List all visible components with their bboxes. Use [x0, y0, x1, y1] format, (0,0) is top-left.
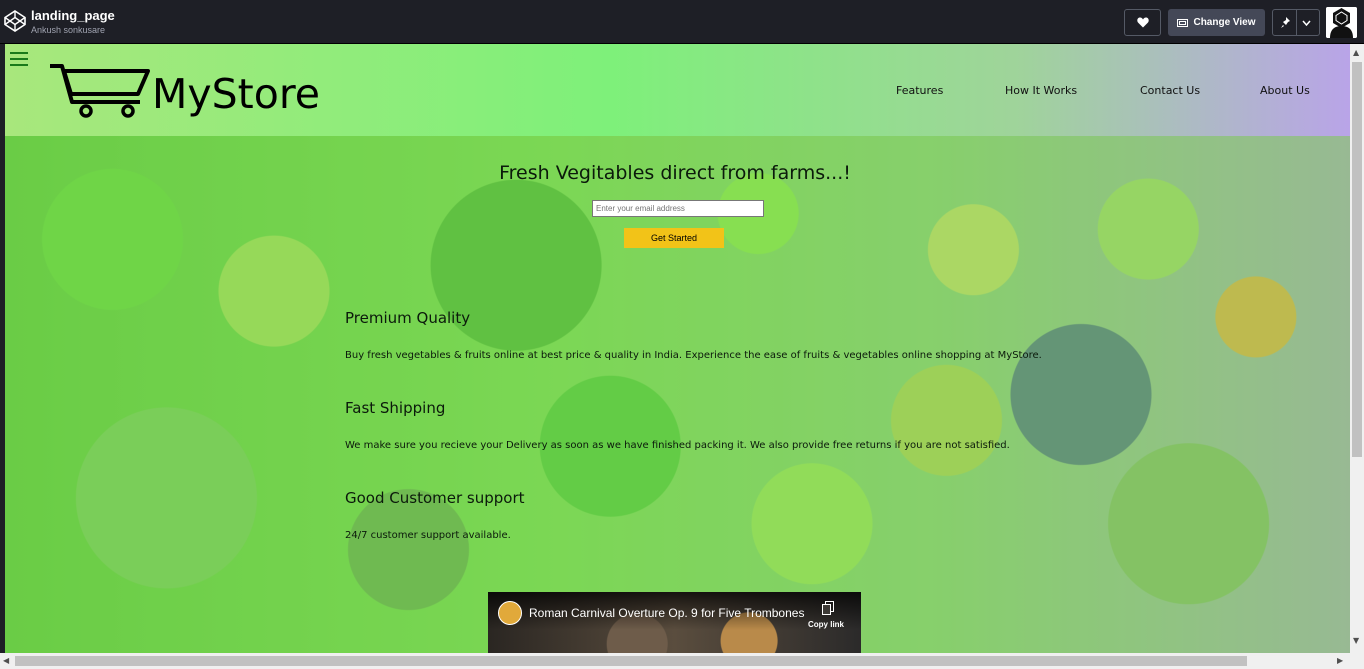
horizontal-scroll-thumb[interactable]	[15, 656, 1247, 666]
scroll-up-arrow-icon[interactable]: ▲	[1353, 48, 1359, 57]
brand-name[interactable]: MyStore	[152, 74, 320, 115]
user-avatar[interactable]	[1326, 7, 1357, 38]
hero-title: Fresh Vegitables direct from farms...!	[499, 162, 851, 184]
navbar: MyStore Features How It Works Contact Us…	[5, 44, 1350, 137]
hero-section: Fresh Vegitables direct from farms...! G…	[5, 136, 1350, 653]
shopping-cart-icon	[50, 64, 150, 118]
nav-link-features[interactable]: Features	[896, 84, 943, 97]
channel-logo-icon[interactable]	[498, 601, 522, 625]
change-view-icon	[1177, 18, 1189, 27]
nav-link-contact-us[interactable]: Contact Us	[1140, 84, 1200, 97]
pin-button[interactable]	[1272, 9, 1320, 36]
copy-link-label[interactable]: Copy link	[808, 620, 844, 629]
embedded-video[interactable]: Roman Carnival Overture Op. 9 for Five T…	[488, 592, 861, 653]
hamburger-menu-icon[interactable]	[10, 52, 28, 68]
feature-description: 24/7 customer support available.	[345, 530, 511, 541]
change-view-button[interactable]: Change View	[1168, 9, 1265, 36]
chevron-down-icon[interactable]	[1302, 20, 1311, 26]
feature-description: We make sure you recieve your Delivery a…	[345, 440, 1010, 451]
pen-title[interactable]: landing_page	[31, 8, 115, 23]
heart-button[interactable]	[1124, 9, 1161, 36]
pin-icon	[1281, 17, 1290, 28]
scroll-left-arrow-icon[interactable]: ◀	[3, 656, 9, 665]
get-started-button[interactable]: Get Started	[624, 228, 724, 248]
heart-icon	[1136, 17, 1149, 28]
horizontal-scrollbar[interactable]: ◀ ▶	[0, 653, 1364, 669]
scroll-down-arrow-icon[interactable]: ▼	[1353, 636, 1359, 645]
vertical-scrollbar[interactable]: ▲ ▼	[1350, 44, 1364, 653]
copy-link-icon[interactable]	[822, 601, 834, 615]
codepen-top-bar: landing_page Ankush sonkusare Change Vie…	[0, 0, 1364, 44]
email-input[interactable]	[592, 200, 764, 217]
video-title[interactable]: Roman Carnival Overture Op. 9 for Five T…	[529, 606, 804, 620]
feature-title: Good Customer support	[345, 489, 525, 507]
change-view-label: Change View	[1193, 17, 1256, 28]
codepen-logo-icon[interactable]	[4, 10, 26, 32]
pen-author[interactable]: Ankush sonkusare	[31, 25, 105, 35]
nav-link-about-us[interactable]: About Us	[1260, 84, 1310, 97]
scroll-right-arrow-icon[interactable]: ▶	[1337, 656, 1343, 665]
feature-title: Premium Quality	[345, 309, 471, 327]
vertical-scroll-thumb[interactable]	[1352, 62, 1362, 457]
preview-frame: MyStore Features How It Works Contact Us…	[5, 44, 1350, 653]
feature-title: Fast Shipping	[345, 399, 446, 417]
divider	[1296, 10, 1297, 35]
feature-description: Buy fresh vegetables & fruits online at …	[345, 350, 1042, 361]
nav-link-how-it-works[interactable]: How It Works	[1005, 84, 1077, 97]
